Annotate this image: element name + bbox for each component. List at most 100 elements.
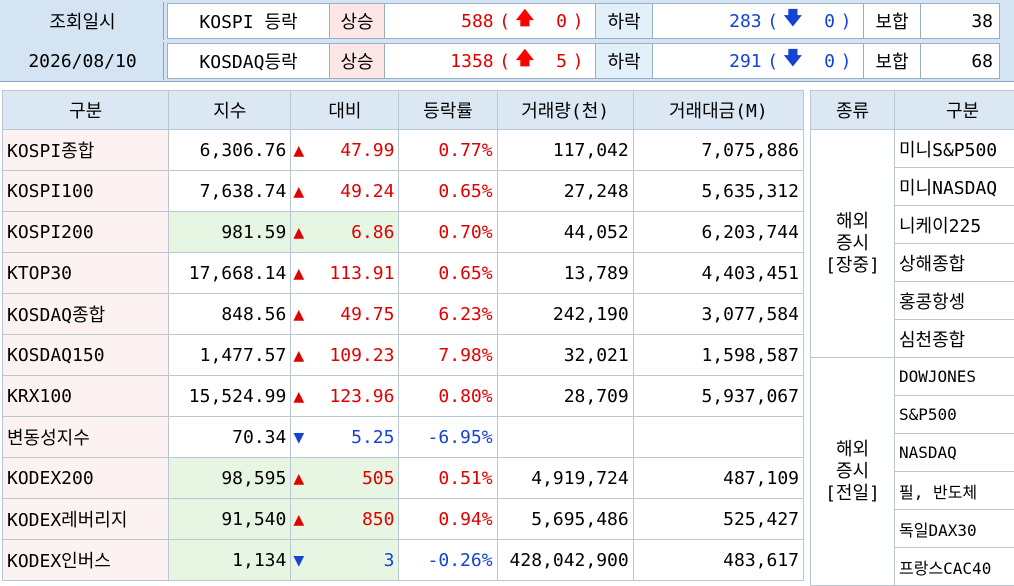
- overseas-index-panel: 종류 구분 해외증시[장중]미니S&P500미니NASDAQ니케이225상해종합…: [810, 90, 1014, 586]
- col-header-rate[interactable]: 등락률: [399, 91, 497, 130]
- advance-count-cell: 588 (🡅 0): [384, 3, 596, 39]
- table-row[interactable]: KOSPI200981.59▲6.860.70%44,0526,203,744: [3, 212, 804, 253]
- overseas-index-name[interactable]: 미니S&P500: [895, 130, 1014, 168]
- table-row[interactable]: 변동성지수70.34▼5.25-6.95%: [3, 417, 804, 458]
- index-rate: 0.77%: [399, 130, 497, 171]
- col-header-change[interactable]: 대비: [291, 91, 399, 130]
- index-change: 49.24: [319, 171, 399, 212]
- index-volume: [497, 417, 633, 458]
- table-row[interactable]: KOSPI종합6,306.76▲47.990.77%117,0427,075,8…: [3, 130, 804, 171]
- index-rate: -6.95%: [399, 417, 497, 458]
- table-row[interactable]: KOSDAQ1501,477.57▲109.237.98%32,0211,598…: [3, 335, 804, 376]
- overseas-index-name[interactable]: 독일DAX30: [895, 510, 1014, 548]
- index-volume: 44,052: [497, 212, 633, 253]
- index-volume: 428,042,900: [497, 540, 633, 581]
- index-rate: 0.65%: [399, 253, 497, 294]
- table-row[interactable]: KTOP3017,668.14▲113.910.65%13,7894,403,4…: [3, 253, 804, 294]
- market-name: KOSDAQ등락: [167, 43, 330, 79]
- index-value: 17,668.14: [169, 253, 291, 294]
- index-value: 1,134: [169, 540, 291, 581]
- overseas-index-name[interactable]: 미니NASDAQ: [895, 168, 1014, 206]
- index-name: 변동성지수: [3, 417, 169, 458]
- triangle-up-icon: ▲: [291, 130, 319, 171]
- index-name: KTOP30: [3, 253, 169, 294]
- index-value: 70.34: [169, 417, 291, 458]
- index-change: 109.23: [319, 335, 399, 376]
- index-value: 1,477.57: [169, 335, 291, 376]
- group-label-line: [전일]: [815, 483, 890, 505]
- col-header-type[interactable]: 종류: [811, 91, 895, 130]
- col-header-index[interactable]: 지수: [169, 91, 291, 130]
- col-header-category[interactable]: 구분: [3, 91, 169, 130]
- advance-count-cell: 1358 (🡅 5): [384, 43, 596, 79]
- lower-limit-count: 0: [824, 11, 835, 32]
- index-rate: 0.70%: [399, 212, 497, 253]
- index-change: 3: [319, 540, 399, 581]
- index-name: KOSPI종합: [3, 130, 169, 171]
- index-volume: 4,919,724: [497, 458, 633, 499]
- index-amount: 7,075,886: [633, 130, 803, 171]
- triangle-up-icon: ▲: [291, 499, 319, 540]
- index-value: 91,540: [169, 499, 291, 540]
- overseas-index-name[interactable]: NASDAQ: [895, 434, 1014, 472]
- triangle-up-icon: ▲: [291, 171, 319, 212]
- index-rate: 0.94%: [399, 499, 497, 540]
- table-row[interactable]: KOSDAQ종합848.56▲49.756.23%242,1903,077,58…: [3, 294, 804, 335]
- index-rate: 6.23%: [399, 294, 497, 335]
- index-change: 47.99: [319, 130, 399, 171]
- lower-limit-count: 0: [824, 51, 835, 72]
- query-time-label: 조회일시: [2, 2, 164, 40]
- index-amount: 487,109: [633, 458, 803, 499]
- decline-count: 291: [729, 51, 762, 72]
- overseas-index-name[interactable]: DOWJONES: [895, 358, 1014, 396]
- kospi-advance-decline-row: KOSPI 등락 상승 588 (🡅 0) 하락 283 (🡇 0) 보합 38: [168, 3, 1000, 39]
- market-name: KOSPI 등락: [167, 3, 330, 39]
- unchanged-label: 보합: [863, 43, 921, 79]
- decline-label: 하락: [595, 3, 653, 39]
- index-volume: 5,695,486: [497, 499, 633, 540]
- overseas-index-name[interactable]: S&P500: [895, 396, 1014, 434]
- decline-label: 하락: [595, 43, 653, 79]
- decline-count-cell: 291 (🡇 0): [652, 43, 864, 79]
- index-change: 850: [319, 499, 399, 540]
- index-table: 구분 지수 대비 등락률 거래량(천) 거래대금(M) KOSPI종합6,306…: [2, 90, 804, 581]
- market-summary-bar: 조회일시 2026/08/10 KOSPI 등락 상승 588 (🡅 0) 하락…: [0, 0, 1014, 82]
- table-row[interactable]: KRX10015,524.99▲123.960.80%28,7095,937,0…: [3, 376, 804, 417]
- table-row[interactable]: KOSPI1007,638.74▲49.240.65%27,2485,635,3…: [3, 171, 804, 212]
- overseas-index-name[interactable]: 상해종합: [895, 244, 1014, 282]
- col-header-amount[interactable]: 거래대금(M): [633, 91, 803, 130]
- overseas-index-name[interactable]: 필, 반도체: [895, 472, 1014, 510]
- index-rate: 0.80%: [399, 376, 497, 417]
- triangle-up-icon: ▲: [291, 294, 319, 335]
- triangle-up-icon: ▲: [291, 253, 319, 294]
- col-header-volume[interactable]: 거래량(천): [497, 91, 633, 130]
- index-name: KOSPI100: [3, 171, 169, 212]
- index-rate: 0.51%: [399, 458, 497, 499]
- triangle-down-icon: ▼: [291, 417, 319, 458]
- decline-count: 283: [729, 11, 762, 32]
- table-row[interactable]: KODEX레버리지91,540▲8500.94%5,695,486525,427: [3, 499, 804, 540]
- overseas-group-label: 해외증시[장중]: [811, 130, 895, 358]
- index-value: 15,524.99: [169, 376, 291, 417]
- index-name: KODEX200: [3, 458, 169, 499]
- index-change: 113.91: [319, 253, 399, 294]
- triangle-up-icon: ▲: [291, 458, 319, 499]
- col-header-category[interactable]: 구분: [895, 91, 1014, 130]
- overseas-index-name[interactable]: 홍콩항셍: [895, 282, 1014, 320]
- table-row[interactable]: KODEX20098,595▲5050.51%4,919,724487,109: [3, 458, 804, 499]
- triangle-up-icon: ▲: [291, 335, 319, 376]
- index-name: KOSDAQ종합: [3, 294, 169, 335]
- overseas-index-name[interactable]: 심천종합: [895, 320, 1014, 358]
- decline-count-cell: 283 (🡇 0): [652, 3, 864, 39]
- index-change: 5.25: [319, 417, 399, 458]
- advance-label: 상승: [329, 43, 385, 79]
- list-item[interactable]: 해외증시[장중]미니S&P500: [811, 130, 1014, 168]
- table-row[interactable]: KODEX인버스1,134▼3-0.26%428,042,900483,617: [3, 540, 804, 581]
- unchanged-count: 68: [920, 43, 1000, 79]
- index-change: 49.75: [319, 294, 399, 335]
- index-amount: 4,403,451: [633, 253, 803, 294]
- group-label-line: 증시: [815, 461, 890, 483]
- overseas-index-name[interactable]: 프랑스CAC40: [895, 548, 1014, 586]
- overseas-index-name[interactable]: 니케이225: [895, 206, 1014, 244]
- list-item[interactable]: 해외증시[전일]DOWJONES: [811, 358, 1014, 396]
